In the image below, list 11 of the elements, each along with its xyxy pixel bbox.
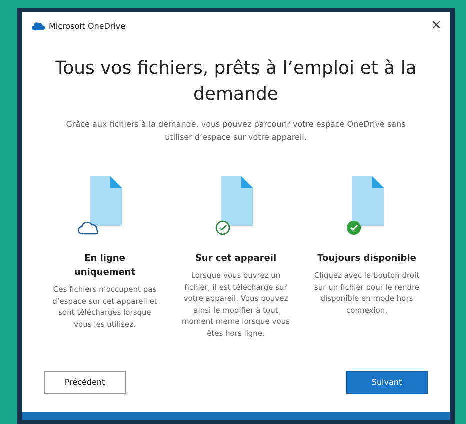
option-title: Toujours disponible — [316, 253, 418, 266]
window-title: Microsoft OneDrive — [49, 22, 126, 30]
cloud-icon — [32, 22, 45, 30]
option-title: En ligne uniquement — [73, 253, 137, 280]
previous-button[interactable]: Précédent — [44, 371, 126, 394]
subtitle: Grâce aux fichiers à la demande, vous pouvez parcourir votre espace OneDrive sans utiliser d’espace sur votre appareil. — [65, 119, 407, 144]
close-button[interactable]: × — [431, 20, 442, 32]
next-button[interactable]: Suivant — [346, 371, 428, 394]
file-icon — [77, 176, 123, 236]
option-title: Sur cet appareil — [194, 253, 278, 266]
heading: Tous vos fichiers, prêts à l’emploi et à la demande — [54, 57, 418, 107]
